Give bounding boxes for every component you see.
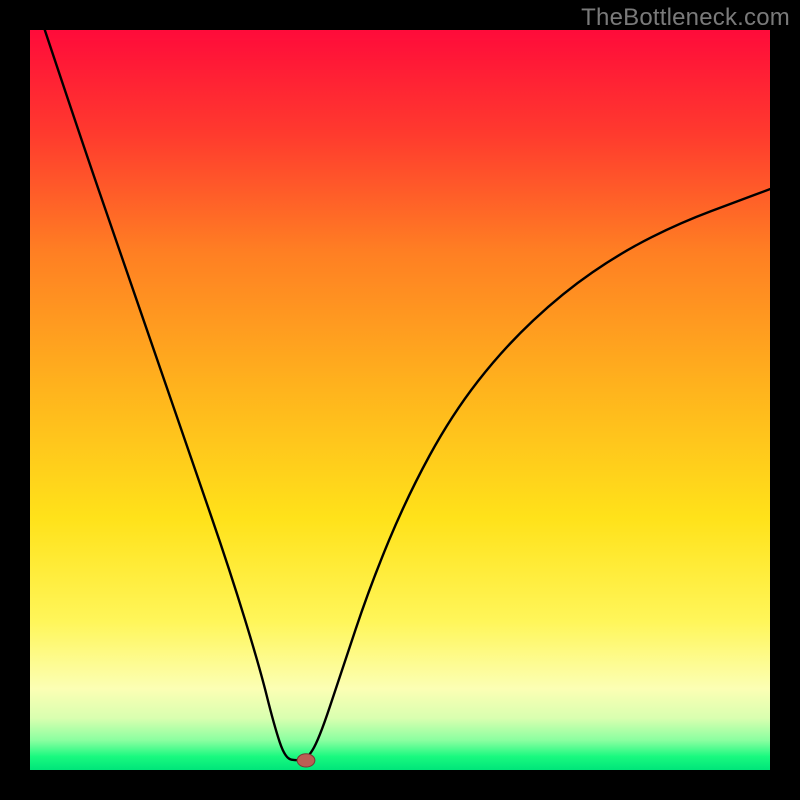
chart-svg: [30, 30, 770, 770]
plot-area: [30, 30, 770, 770]
gradient-background: [30, 30, 770, 770]
minimum-marker: [297, 754, 315, 767]
watermark-text: TheBottleneck.com: [581, 4, 790, 32]
chart-frame: TheBottleneck.com: [0, 0, 800, 800]
